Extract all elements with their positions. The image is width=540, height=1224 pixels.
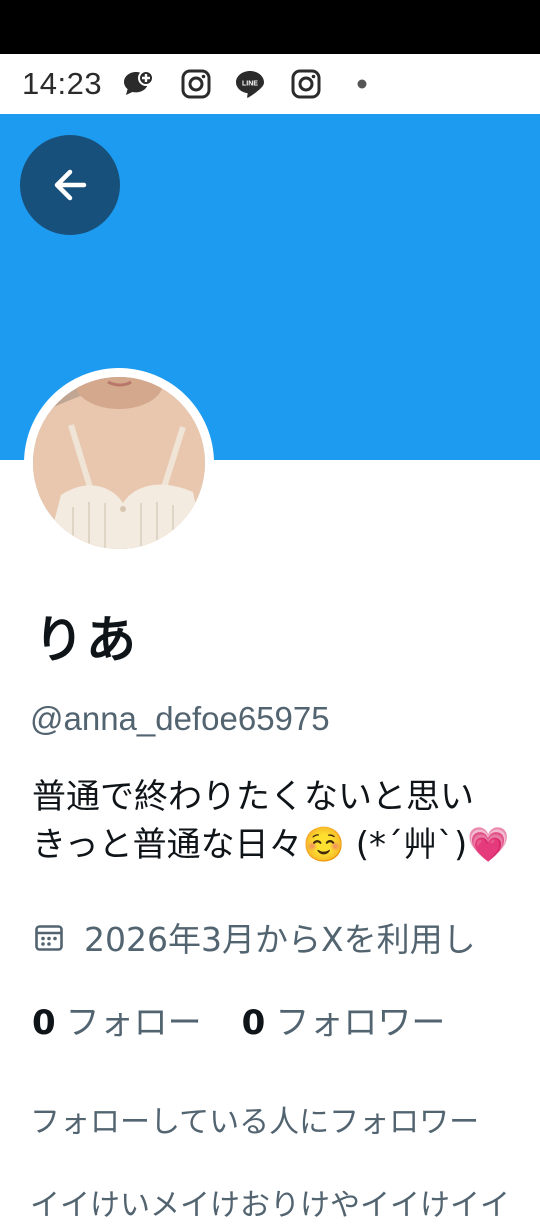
svg-text:LINE: LINE: [242, 81, 258, 88]
display-name: りあ: [34, 611, 138, 669]
cut-off-text: イイけいメイけおりけやイイけイイ: [30, 1188, 510, 1223]
following-count: 0: [32, 1003, 56, 1043]
top-black-bar: [0, 0, 540, 54]
followers-label: フォロワー: [275, 1003, 446, 1043]
profile-bio: 普通で終わりたくないと思い きっと普通な日々☺️ (*´艸`)💗: [32, 773, 540, 869]
back-button[interactable]: [20, 135, 120, 235]
followers-count: 0: [241, 1003, 266, 1043]
not-followed-notice: フォローしている人にフォロワー: [30, 1105, 480, 1140]
calendar-icon: [35, 925, 63, 951]
following-label: フォロー: [65, 1003, 202, 1043]
instagram-icon: [291, 69, 321, 99]
joined-date: 2026年3月からXを利用し: [34, 913, 476, 961]
chat-plus-icon: [124, 70, 154, 95]
dot-icon: [357, 79, 367, 89]
status-bar: 14:23 LINE: [0, 54, 540, 114]
username-handle: @anna_defoe65975: [30, 700, 330, 737]
line-icon: LINE: [236, 71, 264, 98]
arrow-left-icon: [54, 169, 87, 201]
avatar-photo: [33, 377, 205, 549]
instagram-icon: [181, 69, 211, 99]
avatar[interactable]: [33, 377, 205, 549]
followers-link[interactable]: 0 フォロワー: [242, 995, 446, 1044]
bio-line-1: 普通で終わりたくないと思い: [32, 777, 474, 817]
following-link[interactable]: 0 フォロー: [32, 995, 202, 1044]
joined-text: 2026年3月からXを利用し: [84, 920, 476, 959]
status-time: 14:23: [22, 66, 103, 101]
bio-line-2: きっと普通な日々☺️ (*´艸`)💗: [32, 825, 510, 865]
follow-stats: 0 フォロー 0 フォロワー: [32, 995, 445, 1044]
